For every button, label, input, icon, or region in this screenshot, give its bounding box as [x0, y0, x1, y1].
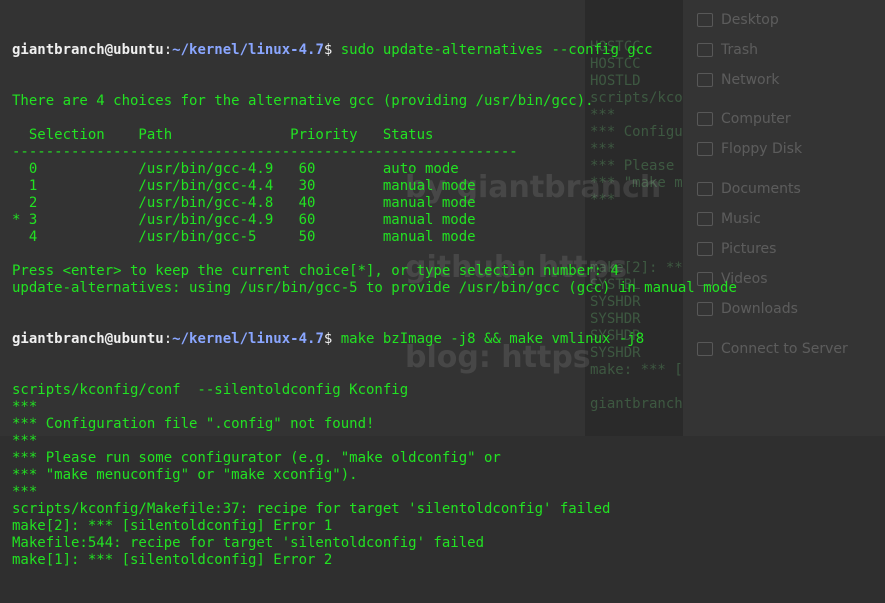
- prompt-symbol: $: [323, 331, 341, 347]
- output-line: update-alternatives: using /usr/bin/gcc-…: [12, 280, 737, 296]
- output-line: make[1]: *** [silentoldconfig] Error 2: [12, 552, 333, 568]
- output-line: ----------------------------------------…: [12, 144, 518, 160]
- command-output-1: There are 4 choices for the alternative …: [12, 93, 737, 297]
- output-line: 4 /usr/bin/gcc-5 50 manual mode: [12, 229, 476, 245]
- terminal-window[interactable]: giantbranch@ubuntu:~/kernel/linux-4.7$ s…: [0, 0, 885, 568]
- output-line: scripts/kconfig/Makefile:37: recipe for …: [12, 501, 611, 517]
- output-line: 2 /usr/bin/gcc-4.8 40 manual mode: [12, 195, 476, 211]
- terminal-output: giantbranch@ubuntu:~/kernel/linux-4.7$ s…: [12, 8, 737, 603]
- prompt-symbol: $: [323, 42, 341, 58]
- output-line: *** "make menuconfig" or "make xconfig")…: [12, 467, 358, 483]
- output-line: *** Please run some configurator (e.g. "…: [12, 450, 501, 466]
- output-line: Selection Path Priority Status: [12, 127, 434, 143]
- output-line: ***: [12, 399, 38, 415]
- output-line: 1 /usr/bin/gcc-4.4 30 manual mode: [12, 178, 476, 194]
- output-line: * 3 /usr/bin/gcc-4.9 60 manual mode: [12, 212, 476, 228]
- output-line: *** Configuration file ".config" not fou…: [12, 416, 375, 432]
- prompt-colon: :: [163, 331, 173, 347]
- prompt-line-2: giantbranch@ubuntu:~/kernel/linux-4.7$ m…: [12, 331, 737, 348]
- prompt-line-1: giantbranch@ubuntu:~/kernel/linux-4.7$ s…: [12, 42, 737, 59]
- prompt-cwd: ~/kernel/linux-4.7: [172, 42, 324, 58]
- output-line: scripts/kconfig/conf --silentoldconfig K…: [12, 382, 409, 398]
- prompt-colon: :: [163, 42, 173, 58]
- output-line: make[2]: *** [silentoldconfig] Error 1: [12, 518, 333, 534]
- prompt-user-host: giantbranch@ubuntu: [12, 42, 164, 58]
- command-text: sudo update-alternatives --config gcc: [340, 42, 653, 58]
- command-text: make bzImage -j8 && make vmlinux -j8: [340, 331, 645, 347]
- prompt-user-host: giantbranch@ubuntu: [12, 331, 164, 347]
- output-line: There are 4 choices for the alternative …: [12, 93, 594, 109]
- output-line: 0 /usr/bin/gcc-4.9 60 auto mode: [12, 161, 459, 177]
- prompt-cwd: ~/kernel/linux-4.7: [172, 331, 324, 347]
- command-output-2: scripts/kconfig/conf --silentoldconfig K…: [12, 382, 737, 569]
- output-line: Press <enter> to keep the current choice…: [12, 263, 619, 279]
- output-line: ***: [12, 484, 38, 500]
- output-line: Makefile:544: recipe for target 'silento…: [12, 535, 485, 551]
